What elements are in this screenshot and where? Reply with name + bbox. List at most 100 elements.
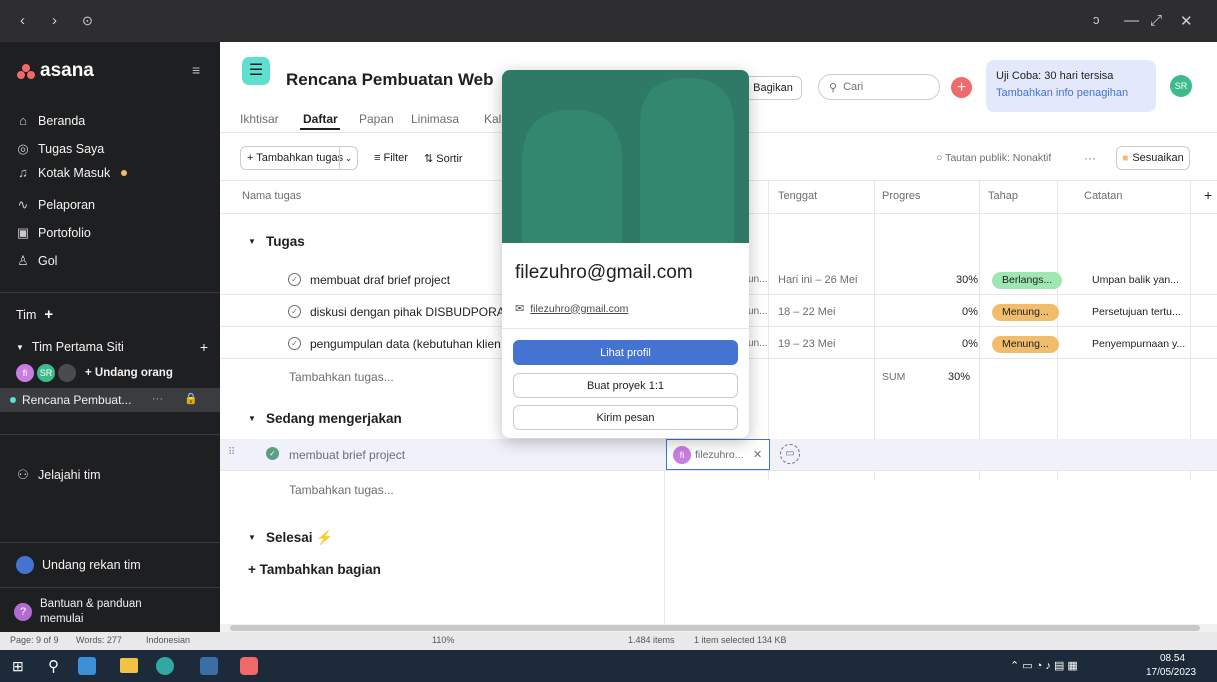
share-button[interactable]: Bagikan bbox=[744, 76, 802, 100]
invite-people-button[interactable]: + Undang orang bbox=[85, 367, 173, 379]
sidebar-item-pelaporan[interactable]: ∿ Pelaporan bbox=[16, 197, 95, 213]
add-section-button[interactable]: + Tambahkan bagian bbox=[248, 562, 381, 577]
sort-button[interactable]: ⇅ Sortir bbox=[424, 152, 463, 165]
check-circle-icon[interactable]: ✓ bbox=[288, 273, 301, 286]
section-header[interactable]: Selesai ⚡ bbox=[266, 530, 333, 546]
more-options-icon[interactable]: ··· bbox=[1084, 151, 1096, 165]
caret-down-icon: ▼ bbox=[16, 342, 24, 352]
restore-button[interactable]: ⤢ bbox=[1150, 12, 1162, 29]
check-circle-icon[interactable]: ✓ bbox=[288, 305, 301, 318]
assignee-field[interactable]: fi filezuhro... ✕ bbox=[666, 439, 770, 470]
sidebar-item-tugas-saya[interactable]: ◎ Tugas Saya bbox=[16, 142, 104, 157]
customize-button[interactable]: ■ Sesuaikan bbox=[1116, 146, 1190, 170]
edge-icon[interactable] bbox=[156, 657, 174, 675]
public-link-status[interactable]: ○ Tautan publik: Nonaktif bbox=[936, 152, 1051, 164]
avatar-placeholder bbox=[58, 364, 76, 382]
system-tray-icons[interactable]: ⌃ ▭ ◔ ♪ ▤ ▦ bbox=[1010, 659, 1078, 672]
more-icon[interactable]: ··· bbox=[152, 393, 163, 405]
caret-down-icon[interactable]: ▼ bbox=[248, 533, 256, 542]
active-tab-underline bbox=[300, 128, 340, 130]
invite-teammates-button[interactable]: Undang rekan tim bbox=[16, 556, 141, 574]
team-header[interactable]: Tim + bbox=[16, 306, 53, 323]
help-button[interactable]: ? Bantuan & panduan memulai bbox=[14, 597, 142, 627]
avatar[interactable]: SR bbox=[37, 364, 55, 382]
drag-handle-icon[interactable]: ⠿ bbox=[228, 447, 235, 458]
sidebar-item-gol[interactable]: ♙ Gol bbox=[16, 254, 57, 269]
sidebar-divider bbox=[0, 434, 220, 435]
chart-line-icon: ∿ bbox=[17, 197, 29, 212]
column-tenggat[interactable]: Tenggat bbox=[778, 190, 817, 202]
caret-down-icon[interactable]: ▼ bbox=[248, 414, 256, 423]
column-nama-tugas[interactable]: Nama tugas bbox=[242, 190, 301, 202]
add-column-button[interactable]: + bbox=[1204, 187, 1212, 203]
tab-linimasa[interactable]: Linimasa bbox=[411, 112, 459, 126]
search-icon[interactable]: ⚲ bbox=[48, 657, 59, 675]
team-add-icon[interactable]: + bbox=[200, 339, 208, 355]
trial-banner[interactable]: Uji Coba: 30 hari tersisa Tambahkan info… bbox=[986, 60, 1156, 112]
sidebar-item-kotak-masuk[interactable]: ♫ Kotak Masuk bbox=[16, 166, 128, 180]
add-task-button[interactable]: + Tambahkan tugas ⌄ bbox=[240, 146, 358, 170]
back-button[interactable]: ‹ bbox=[20, 12, 25, 29]
table-row-selected[interactable]: ⠿ ✓ membuat brief project fi filezuhro..… bbox=[220, 439, 1217, 470]
tab-kalender[interactable]: Kal bbox=[484, 112, 501, 126]
sidebar-item-portofolio[interactable]: ▣ Portofolio bbox=[16, 226, 91, 241]
scrollbar-thumb[interactable] bbox=[230, 625, 1200, 631]
project-list-icon[interactable]: ☰ bbox=[242, 57, 270, 85]
tab-papan[interactable]: Papan bbox=[359, 112, 394, 126]
project-title[interactable]: Rencana Pembuatan Web bbox=[286, 70, 494, 90]
forward-button[interactable]: › bbox=[52, 12, 57, 29]
invite-icon bbox=[16, 556, 34, 574]
user-avatar[interactable]: SR bbox=[1170, 75, 1192, 97]
clock-date[interactable]: 17/05/2023 bbox=[1146, 667, 1196, 678]
app-icon[interactable] bbox=[78, 657, 96, 675]
column-catatan[interactable]: Catatan bbox=[1084, 190, 1123, 202]
new-project-button[interactable]: Buat proyek 1:1 bbox=[513, 373, 738, 398]
avatar: fi bbox=[673, 446, 691, 464]
file-explorer-icon[interactable] bbox=[120, 658, 138, 673]
check-circle-icon[interactable]: ✓ bbox=[288, 337, 301, 350]
horizontal-scrollbar[interactable] bbox=[220, 624, 1217, 632]
column-progres[interactable]: Progres bbox=[882, 190, 921, 202]
asana-taskbar-icon[interactable] bbox=[240, 657, 258, 675]
calendar-icon[interactable]: ▭ bbox=[780, 444, 800, 464]
quick-add-button[interactable]: + bbox=[951, 77, 972, 98]
mail-icon: ✉ bbox=[515, 303, 525, 315]
section-header[interactable]: Sedang mengerjakan bbox=[266, 411, 402, 426]
home-icon: ⌂ bbox=[19, 113, 27, 128]
windows-start-icon[interactable]: ⊞ bbox=[12, 658, 24, 675]
clock-time[interactable]: 08.54 bbox=[1160, 653, 1185, 664]
sidebar-collapse-icon[interactable]: ≡ bbox=[192, 62, 200, 78]
send-message-button[interactable]: Kirim pesan bbox=[513, 405, 738, 430]
extension-icon[interactable]: ↄ bbox=[1093, 12, 1100, 27]
check-circle-icon[interactable]: ✓ bbox=[266, 447, 279, 460]
sidebar-item-project-active[interactable]: Rencana Pembuat... ··· 🔒 bbox=[0, 388, 220, 412]
chevron-down-icon[interactable]: ⌄ bbox=[339, 147, 357, 169]
team-item[interactable]: ▼ Tim Pertama Siti + bbox=[16, 339, 208, 355]
history-icon[interactable]: ⊙ bbox=[82, 13, 93, 29]
clear-assignee-icon[interactable]: ✕ bbox=[753, 448, 762, 461]
search-input[interactable]: ⚲ Cari bbox=[818, 74, 940, 100]
avatar[interactable]: fi bbox=[16, 364, 34, 382]
caret-down-icon[interactable]: ▼ bbox=[248, 237, 256, 246]
filter-button[interactable]: ≡ Filter bbox=[374, 152, 408, 164]
sidebar-item-beranda[interactable]: ⌂ Beranda bbox=[16, 113, 85, 129]
profile-name: filezuhro@gmail.com bbox=[515, 262, 693, 283]
app-icon[interactable] bbox=[200, 657, 218, 675]
column-tahap[interactable]: Tahap bbox=[988, 190, 1018, 202]
profile-email[interactable]: ✉ filezuhro@gmail.com bbox=[515, 302, 628, 316]
sum-value: 30% bbox=[948, 371, 971, 383]
explore-teams[interactable]: ⚇ Jelajahi tim bbox=[16, 468, 100, 483]
sum-label: SUM bbox=[882, 371, 906, 383]
add-team-button[interactable]: + bbox=[44, 306, 53, 323]
sidebar: asana ≡ ⌂ Beranda ◎ Tugas Saya ♫ Kotak Masu… bbox=[0, 42, 220, 632]
close-button[interactable]: ✕ bbox=[1180, 12, 1193, 30]
tab-daftar[interactable]: Daftar bbox=[303, 112, 338, 126]
add-task-row[interactable]: Tambahkan tugas... bbox=[289, 483, 394, 497]
view-profile-button[interactable]: Lihat profil bbox=[513, 340, 738, 365]
section-header[interactable]: Tugas bbox=[266, 234, 305, 249]
tab-ikhtisar[interactable]: Ikhtisar bbox=[240, 112, 279, 126]
add-task-row[interactable]: Tambahkan tugas... bbox=[289, 370, 394, 384]
minimize-button[interactable]: — bbox=[1124, 12, 1139, 29]
asana-logo[interactable]: asana bbox=[16, 60, 94, 82]
column-divider bbox=[1190, 180, 1191, 480]
